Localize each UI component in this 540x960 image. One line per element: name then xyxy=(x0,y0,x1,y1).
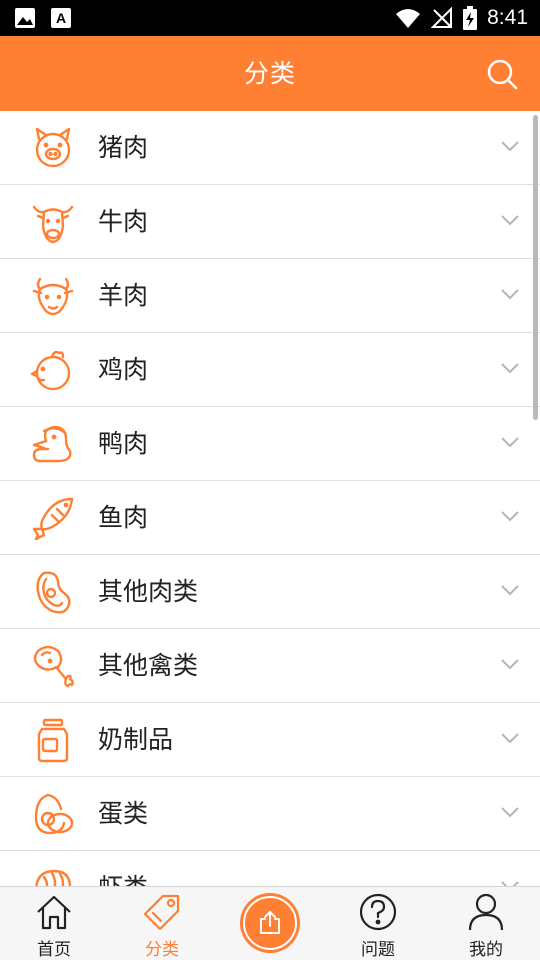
category-label: 鱼肉 xyxy=(98,503,149,532)
category-row-fish[interactable]: 鱼肉 xyxy=(0,481,540,555)
chevron-down-icon xyxy=(501,141,519,152)
nav-home[interactable]: 首页 xyxy=(0,887,108,960)
category-label: 虾类 xyxy=(98,851,148,886)
pig-icon xyxy=(35,127,71,168)
chevron-down-icon xyxy=(501,733,519,744)
category-row-eggs[interactable]: 蛋类 xyxy=(0,777,540,851)
image-icon xyxy=(15,8,35,28)
status-bar: A 8:41 xyxy=(0,0,540,36)
chevron-down-icon xyxy=(501,363,519,374)
category-row-other-meat[interactable]: 其他肉类 xyxy=(0,555,540,629)
cow-icon xyxy=(32,205,74,244)
chevron-down-icon xyxy=(501,807,519,818)
status-time: 8:41 xyxy=(487,6,528,29)
category-label: 蛋类 xyxy=(98,799,149,828)
category-row-shrimp[interactable]: 虾类 xyxy=(0,851,540,886)
nav-label: 分类 xyxy=(145,940,179,960)
chevron-down-icon xyxy=(501,881,519,886)
category-label: 奶制品 xyxy=(98,725,174,754)
category-list[interactable]: 猪肉 牛肉 羊肉 鸡肉 鸭肉 鱼肉 其他肉类 其他禽类 奶制品 蛋类 xyxy=(0,111,540,886)
category-label: 鸭肉 xyxy=(98,429,149,458)
home-icon xyxy=(37,895,71,930)
nav-label: 问题 xyxy=(361,940,395,960)
milk-jar-icon xyxy=(37,718,69,763)
chevron-down-icon xyxy=(501,289,519,300)
nav-label: 首页 xyxy=(37,940,71,960)
category-row-other-poultry[interactable]: 其他禽类 xyxy=(0,629,540,703)
category-row-chicken[interactable]: 鸡肉 xyxy=(0,333,540,407)
category-row-lamb[interactable]: 羊肉 xyxy=(0,259,540,333)
no-signal-icon xyxy=(431,7,453,28)
nav-questions[interactable]: 问题 xyxy=(324,887,432,960)
category-label: 猪肉 xyxy=(98,133,149,162)
sheep-icon xyxy=(32,277,74,316)
tag-icon xyxy=(143,894,180,931)
category-label: 鸡肉 xyxy=(98,355,149,384)
category-label: 其他禽类 xyxy=(98,651,199,680)
steak-icon xyxy=(36,571,71,614)
battery-charging-icon xyxy=(463,6,478,30)
category-row-pork[interactable]: 猪肉 xyxy=(0,111,540,185)
page-title: 分类 xyxy=(243,59,296,88)
nav-category[interactable]: 分类 xyxy=(108,887,216,960)
category-row-beef[interactable]: 牛肉 xyxy=(0,185,540,259)
category-row-duck[interactable]: 鸭肉 xyxy=(0,407,540,481)
search-icon[interactable] xyxy=(486,58,518,90)
category-label: 其他肉类 xyxy=(98,577,199,606)
question-icon xyxy=(359,893,397,931)
egg-icon xyxy=(34,793,74,835)
chevron-down-icon xyxy=(501,215,519,226)
category-row-dairy[interactable]: 奶制品 xyxy=(0,703,540,777)
category-label: 牛肉 xyxy=(98,207,149,236)
bottom-nav: 首页 分类 问题 我的 xyxy=(0,886,540,960)
drumstick-icon xyxy=(33,645,74,688)
publish-button[interactable] xyxy=(240,893,300,953)
duck-icon xyxy=(32,425,72,463)
chevron-down-icon xyxy=(501,585,519,596)
nav-label: 我的 xyxy=(469,940,503,960)
nav-profile[interactable]: 我的 xyxy=(432,887,540,960)
chicken-icon xyxy=(30,350,71,391)
chevron-down-icon xyxy=(501,437,519,448)
person-icon xyxy=(468,893,504,931)
list-scrollbar[interactable] xyxy=(533,115,538,420)
fish-icon xyxy=(32,497,74,541)
chevron-down-icon xyxy=(501,659,519,670)
svg-text:A: A xyxy=(56,10,66,26)
wifi-icon xyxy=(396,9,421,28)
text-a-icon: A xyxy=(51,8,71,28)
title-bar: 分类 xyxy=(0,36,540,111)
chevron-down-icon xyxy=(501,511,519,522)
share-upload-icon xyxy=(260,911,280,934)
category-label: 羊肉 xyxy=(98,281,149,310)
shrimp-icon xyxy=(35,869,72,886)
